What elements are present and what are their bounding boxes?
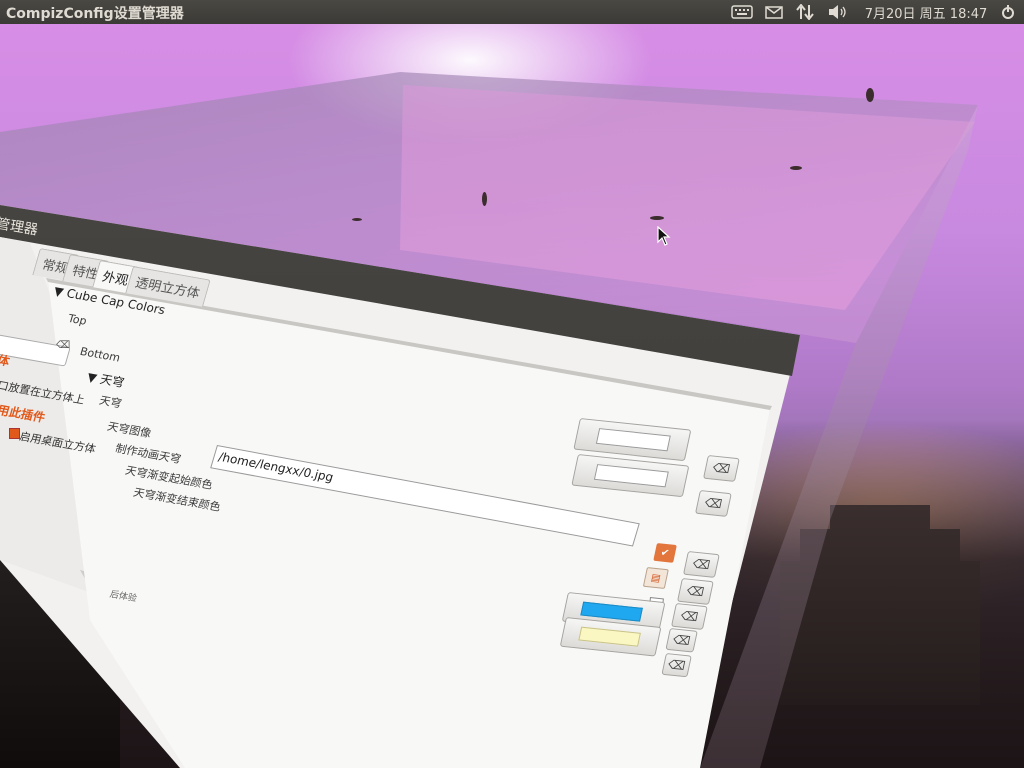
- reset-gradient-end-button[interactable]: ⌫: [661, 653, 692, 678]
- reset-icon: ⌫: [691, 556, 712, 573]
- reset-icon: ⌫: [666, 657, 687, 673]
- reset-gradient-start-button[interactable]: ⌫: [665, 628, 698, 653]
- bottom-cap-color-swatch: [593, 464, 669, 488]
- reset-icon: ⌫: [711, 460, 732, 477]
- bird: [352, 218, 362, 221]
- reset-skydome-button[interactable]: ⌫: [682, 551, 720, 578]
- clear-search-icon[interactable]: ⌫: [56, 340, 70, 351]
- gear-icon[interactable]: [996, 3, 1020, 21]
- keyboard-icon[interactable]: [730, 3, 754, 21]
- reset-icon: ⌫: [679, 608, 700, 625]
- reset-image-button[interactable]: ⌫: [676, 578, 714, 605]
- top-panel: CompizConfig设置管理器 7月20日 周五 18:47: [0, 0, 1024, 24]
- mail-icon[interactable]: [764, 3, 784, 21]
- reset-bottom-button[interactable]: ⌫: [694, 490, 732, 517]
- network-icon[interactable]: [795, 3, 815, 21]
- skydome-toggle-icon[interactable]: ✔: [653, 543, 677, 563]
- bird: [790, 166, 802, 170]
- active-window-title: CompizConfig设置管理器: [6, 6, 184, 22]
- reset-icon: ⌫: [703, 495, 724, 512]
- bird: [482, 192, 487, 206]
- bird: [650, 216, 664, 220]
- gradient-end-swatch: [578, 626, 641, 647]
- mouse-cursor-icon: [657, 226, 671, 246]
- open-file-icon[interactable]: ▤: [642, 567, 669, 589]
- top-cap-color-swatch: [595, 428, 671, 452]
- reset-icon: ⌫: [671, 632, 692, 649]
- reset-animate-button[interactable]: ⌫: [670, 603, 708, 630]
- bird: [866, 88, 874, 102]
- reset-top-button[interactable]: ⌫: [702, 455, 740, 482]
- reset-icon: ⌫: [685, 583, 706, 600]
- sound-icon[interactable]: [827, 3, 849, 21]
- clock[interactable]: 7月20日 周五 18:47: [862, 3, 990, 22]
